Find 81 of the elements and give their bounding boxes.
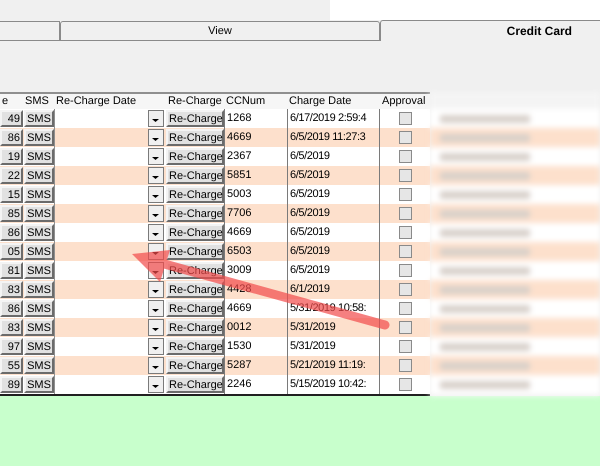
tab[interactable]: Credit Card (380, 20, 600, 41)
sms-button[interactable]: SMS (24, 110, 54, 127)
sms-button[interactable]: SMS (24, 148, 54, 165)
recharge-button[interactable]: Re-Charge (166, 167, 224, 184)
dropdown-caret-icon (148, 167, 164, 184)
dropdown-caret-icon (148, 186, 164, 203)
approval-checkbox[interactable] (398, 150, 412, 163)
sms-button[interactable]: SMS (24, 319, 54, 336)
tab[interactable] (0, 21, 60, 41)
row-button[interactable]: 55 (0, 357, 23, 374)
sms-button[interactable]: SMS (24, 205, 54, 222)
approval-checkbox[interactable] (398, 359, 412, 372)
sms-button[interactable]: SMS (24, 129, 54, 146)
recharge-button[interactable]: Re-Charge (166, 205, 224, 222)
dropdown-caret-icon (148, 281, 164, 298)
recharge-button[interactable]: Re-Charge (166, 319, 224, 336)
row-button[interactable]: 19 (0, 148, 23, 165)
sms-button[interactable]: SMS (24, 224, 54, 241)
row-button[interactable]: 81 (0, 262, 23, 279)
sms-button[interactable]: SMS (24, 357, 54, 374)
approval-checkbox[interactable] (398, 321, 412, 334)
approval-checkbox[interactable] (398, 207, 412, 220)
approval-checkbox[interactable] (398, 302, 412, 315)
recharge-button[interactable]: Re-Charge (166, 148, 224, 165)
dropdown-caret-icon (148, 319, 164, 336)
approval-checkbox[interactable] (398, 245, 412, 258)
approval-checkbox[interactable] (398, 131, 412, 144)
dropdown-caret-icon (148, 224, 164, 241)
column-header[interactable]: CCNum (226, 95, 266, 108)
approval-checkbox[interactable] (398, 340, 412, 353)
approval-checkbox[interactable] (398, 169, 412, 182)
row-button[interactable]: 85 (0, 205, 23, 222)
recharge-button[interactable]: Re-Charge (166, 300, 224, 317)
approval-checkbox[interactable] (398, 378, 412, 391)
dropdown-caret-icon (148, 338, 164, 355)
row-button[interactable]: 83 (0, 319, 23, 336)
recharge-button[interactable]: Re-Charge (166, 243, 224, 260)
dropdown-caret-icon (148, 357, 164, 374)
row-button[interactable]: 86 (0, 224, 23, 241)
row-button[interactable]: 86 (0, 129, 23, 146)
approval-checkbox[interactable] (398, 112, 412, 125)
recharge-button[interactable]: Re-Charge (166, 357, 224, 374)
dropdown-caret-icon (148, 205, 164, 222)
recharge-button[interactable]: Re-Charge (166, 224, 224, 241)
dropdown-caret-icon (148, 376, 164, 393)
dropdown-caret-icon (148, 300, 164, 317)
row-button[interactable]: 49 (0, 110, 23, 127)
tab[interactable]: View (60, 21, 380, 41)
row-button[interactable]: 97 (0, 338, 23, 355)
column-header[interactable]: SMS (25, 95, 49, 108)
row-button[interactable]: 89 (0, 376, 23, 393)
sms-button[interactable]: SMS (24, 262, 54, 279)
sms-button[interactable]: SMS (24, 281, 54, 298)
sms-button[interactable]: SMS (24, 243, 54, 260)
sms-button[interactable]: SMS (24, 300, 54, 317)
column-header[interactable]: Re-Charge (168, 95, 222, 108)
recharge-button[interactable]: Re-Charge (166, 186, 224, 203)
recharge-button[interactable]: Re-Charge (166, 110, 224, 127)
row-button[interactable]: 83 (0, 281, 23, 298)
sms-button[interactable]: SMS (24, 338, 54, 355)
column-header[interactable]: e (2, 95, 8, 108)
row-button[interactable]: 05 (0, 243, 23, 260)
recharge-button[interactable]: Re-Charge (166, 376, 224, 393)
row-button[interactable]: 86 (0, 300, 23, 317)
dropdown-caret-icon (148, 148, 164, 165)
recharge-button[interactable]: Re-Charge (166, 338, 224, 355)
recharge-button[interactable]: Re-Charge (166, 129, 224, 146)
row-button[interactable]: 22 (0, 167, 23, 184)
approval-checkbox[interactable] (398, 264, 412, 277)
column-header[interactable]: Approval (382, 95, 426, 108)
sms-button[interactable]: SMS (24, 167, 54, 184)
sms-button[interactable]: SMS (24, 186, 54, 203)
approval-checkbox[interactable] (398, 188, 412, 201)
approval-checkbox[interactable] (398, 283, 412, 296)
column-header[interactable]: Re-Charge Date (56, 95, 136, 108)
approval-checkbox[interactable] (398, 226, 412, 239)
dropdown-caret-icon (148, 129, 164, 146)
column-header[interactable]: Charge Date (289, 95, 352, 108)
sms-button[interactable]: SMS (24, 376, 54, 393)
recharge-button[interactable]: Re-Charge (166, 281, 224, 298)
row-button[interactable]: 15 (0, 186, 23, 203)
